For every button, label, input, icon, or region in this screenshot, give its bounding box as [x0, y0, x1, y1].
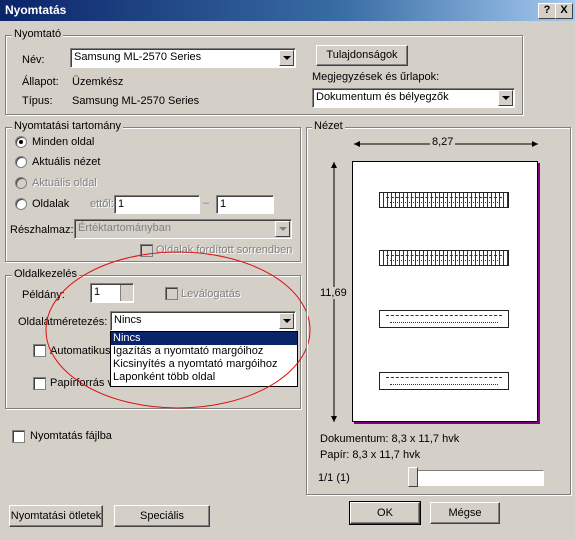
pcb-image	[379, 372, 509, 390]
special-button[interactable]: Speciális	[114, 505, 210, 527]
page-slider[interactable]	[410, 470, 544, 486]
pcb-image	[379, 192, 509, 208]
print-tips-button[interactable]: Nyomtatási ötletek	[9, 505, 103, 527]
print-to-file-checkbox[interactable]	[12, 430, 25, 443]
pcb-image	[379, 250, 509, 266]
cancel-button[interactable]: Mégse	[430, 502, 500, 524]
page-slider-thumb[interactable]	[408, 467, 418, 487]
page-preview	[352, 161, 538, 422]
preview-group-label: Nézet	[312, 120, 345, 132]
preview-height: 11,69	[320, 287, 347, 299]
print-to-file-label: Nyomtatás fájlba	[30, 430, 112, 442]
document-size: Dokumentum: 8,3 x 11,7 hvk	[320, 433, 460, 445]
paper-size: Papír: 8,3 x 11,7 hvk	[320, 449, 421, 461]
pcb-image	[379, 310, 509, 328]
ok-button[interactable]: OK	[349, 501, 421, 525]
page-indicator: 1/1 (1)	[318, 472, 350, 484]
preview-width: 8,27	[430, 136, 456, 148]
